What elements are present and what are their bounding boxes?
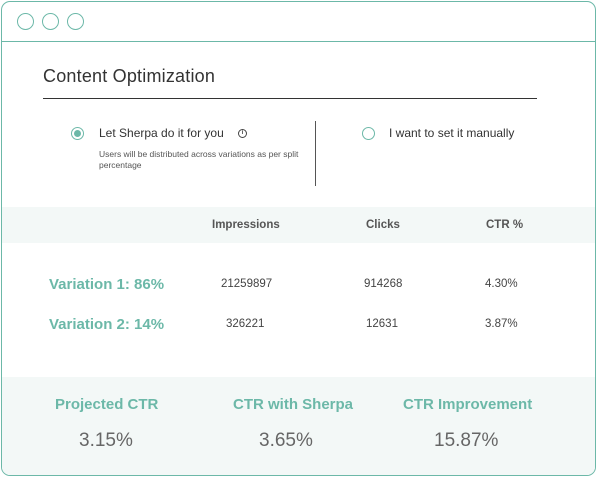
ctr-with-sherpa-label: CTR with Sherpa (233, 396, 354, 413)
variation-2-ctr: 3.87% (485, 318, 518, 330)
app-window: Content Optimization Let Sherpa do it fo… (1, 1, 596, 476)
page-title: Content Optimization (43, 66, 216, 86)
auto-option-radio[interactable] (71, 127, 84, 140)
manual-option-label[interactable]: I want to set it manually (389, 126, 514, 140)
variation-2-clicks: 12631 (366, 318, 398, 330)
projected-ctr-value: 3.15% (79, 430, 133, 451)
column-header-clicks: Clicks (366, 219, 400, 231)
variation-1-label: Variation 1: 86% (49, 276, 165, 293)
window-titlebar (2, 2, 595, 42)
column-header-impressions: Impressions (212, 219, 280, 231)
variation-1-ctr: 4.30% (485, 278, 518, 290)
projected-ctr-label: Projected CTR (55, 396, 159, 413)
info-icon[interactable]: i (238, 129, 247, 138)
variation-1-clicks: 914268 (364, 278, 403, 290)
manual-option-radio[interactable] (362, 127, 375, 140)
variation-2-impressions: 326221 (226, 318, 265, 330)
ctr-with-sherpa-value: 3.65% (259, 430, 313, 451)
column-header-ctr: CTR % (486, 219, 524, 231)
window-control-dot[interactable] (17, 13, 34, 30)
variation-1-impressions: 21259897 (221, 278, 273, 290)
title-divider (43, 98, 537, 99)
auto-option-label[interactable]: Let Sherpa do it for you (99, 126, 224, 140)
summary-panel (2, 377, 595, 475)
window-control-dot[interactable] (67, 13, 84, 30)
auto-option-description: Users will be distributed across variati… (99, 149, 299, 170)
options-divider (315, 121, 316, 186)
ctr-improvement-value: 15.87% (434, 430, 499, 451)
variation-2-label: Variation 2: 14% (49, 316, 165, 333)
window-control-dot[interactable] (42, 13, 59, 30)
ctr-improvement-label: CTR Improvement (403, 396, 533, 413)
